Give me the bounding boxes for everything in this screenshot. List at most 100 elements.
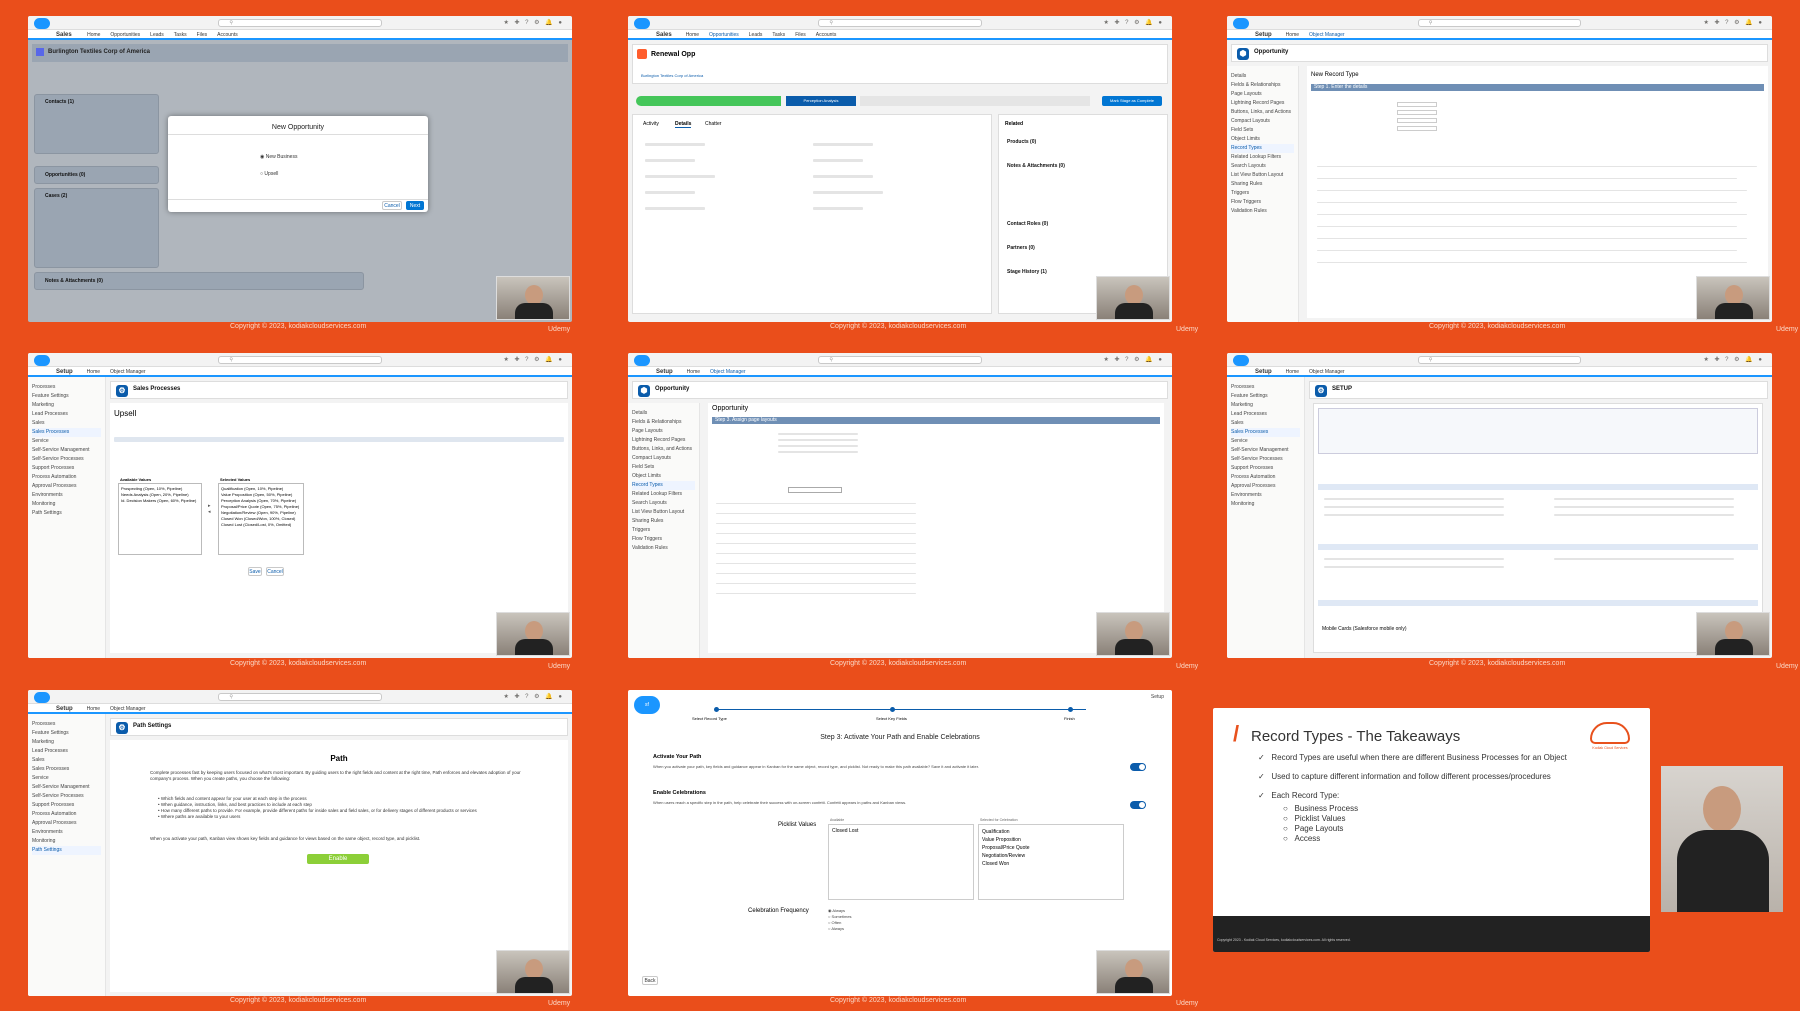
udemy-caption-5: Udemy [1176,663,1199,670]
current-stage[interactable]: Perception Analysis [786,96,856,106]
path-settings-header: ⚙ Path Settings [110,718,568,736]
record-type-field-2[interactable] [1397,110,1437,115]
search-input[interactable]: ⚲ [218,693,382,701]
enable-celebrations-toggle[interactable] [1130,801,1146,809]
cancel-button[interactable]: Cancel [266,567,284,576]
sales-process-select[interactable] [1397,126,1437,131]
header-icons: ★ ✚ ? ⚙ 🔔 ● [1103,20,1164,26]
copyright-caption-1: Copyright © 2023, kodiakcloudservices.co… [230,323,367,330]
step-banner: Step 1. Enter the details [1311,84,1764,91]
udemy-caption-2: Udemy [1176,326,1199,333]
object-header-5: ⬢ Opportunity [632,381,1168,399]
move-arrows-icon[interactable]: ▸ ◂ [208,503,211,515]
nav-files[interactable]: Files [197,32,208,38]
search-input[interactable]: ⚲ [1417,19,1582,27]
details-panel: Activity Details Chatter [632,114,992,314]
available-picklist-box[interactable]: Closed Lost [828,824,974,900]
back-button[interactable]: Back [642,976,658,985]
account-link[interactable]: Burlington Textiles Corp of America [641,73,703,78]
enable-celebrations-text: When users reach a specific step in the … [653,800,907,805]
global-header-3: ⚲ ★ ✚ ? ⚙ 🔔 ● [1227,16,1772,30]
process-name: Upsell [114,409,137,418]
tab-activity[interactable]: Activity [643,121,659,127]
instructor-webcam [1096,276,1170,320]
stage-history-heading[interactable]: Stage History (1) [1007,269,1047,275]
screenshot-tile-6: ⚲ ★ ✚ ? ⚙ 🔔 ● Setup Home Object Manager Pro… [1227,353,1772,658]
search-input[interactable]: ⚲ [1417,356,1582,364]
activate-path-heading: Activate Your Path [653,754,702,760]
cancel-button[interactable]: Cancel [382,201,402,210]
slide-takeaways: / Record Types - The Takeaways Kodiak Cl… [1213,708,1650,952]
page-layout-select[interactable] [788,487,842,493]
copyright-caption-7: Copyright © 2023, kodiakcloudservices.co… [230,997,367,1004]
instructor-webcam-large [1661,766,1783,912]
enable-button[interactable]: Enable [307,854,369,864]
copyright-caption-2: Copyright © 2023, kodiakcloudservices.co… [830,323,967,330]
record-type-field-1[interactable] [1397,102,1437,107]
copyright-caption-3: Copyright © 2023, kodiakcloudservices.co… [1429,323,1566,330]
celebration-frequency-options[interactable]: ◉ Always ○ Sometimes ○ Often ○ Always [828,908,852,932]
setup-link[interactable]: Setup [1151,694,1164,700]
salesforce-cloud-icon [34,18,50,29]
notes-heading[interactable]: Notes & Attachments (0) [1007,163,1065,169]
slide-title: Record Types - The Takeaways [1251,728,1461,745]
copyright-caption-4: Copyright © 2023, kodiakcloudservices.co… [230,660,367,667]
products-heading[interactable]: Products (0) [1007,139,1036,145]
activate-path-toggle[interactable] [1130,763,1146,771]
nav-leads[interactable]: Leads [150,32,164,38]
form-heading: New Record Type [1311,72,1359,78]
option-upsell[interactable]: ○ Upsell [260,171,278,177]
app-name: Sales [56,32,72,38]
screenshot-tile-2: ⚲ ★ ✚ ? ⚙ 🔔 ● Sales Home Opportunities Lead… [628,16,1172,322]
search-input[interactable]: ⚲ [818,356,982,364]
instructor-webcam [1096,950,1170,994]
takeaway-2: Used to capture different information an… [1271,772,1551,781]
field-palette[interactable] [1318,408,1758,454]
next-button[interactable]: Next [406,201,424,210]
selected-values-list[interactable]: Qualification (Open, 10%, Pipeline) Value… [218,483,304,555]
path-heading: Path [330,754,348,763]
nav-home[interactable]: Home [87,32,100,38]
step-select-record-type: Select Record Type [692,716,727,721]
contact-roles-heading[interactable]: Contact Roles (0) [1007,221,1048,227]
mobile-cards-heading: Mobile Cards (Salesforce mobile only) [1322,626,1407,632]
copyright-caption-5: Copyright © 2023, kodiakcloudservices.co… [830,660,967,667]
mark-stage-complete-button[interactable]: Mark Stage as Complete [1102,96,1162,106]
contacts-heading: Contacts (1) [45,99,74,105]
partners-heading[interactable]: Partners (0) [1007,245,1035,251]
search-input[interactable]: ⚲ [218,356,382,364]
available-values-list[interactable]: Prospecting (Open, 10%, Pipeline) Needs A… [118,483,202,555]
search-input[interactable]: ⚲ [218,19,382,27]
record-title: Burlington Textiles Corp of America [48,49,151,55]
search-input[interactable]: ⚲ [818,19,982,27]
enable-celebrations-heading: Enable Celebrations [653,790,706,796]
save-button[interactable]: Save [248,567,262,576]
record-type-field-3[interactable] [1397,118,1437,123]
tab-chatter[interactable]: Chatter [705,121,721,127]
contacts-card: Contacts (1) [34,94,159,154]
activate-path-text: When you activate your path, key fields … [653,764,979,769]
record-header: Burlington Textiles Corp of America [32,44,568,62]
object-header: ⬢ Opportunity [1231,44,1768,62]
selected-values-label: Selected Values [220,477,251,482]
screenshot-tile-7: ⚲ ★ ✚ ? ⚙ 🔔 ● Setup Home Object Manager Pro… [28,690,572,996]
app-nav-bar: Sales Home Opportunities Leads Tasks Files Ac… [28,30,572,40]
path-bullets: • Which fields and content appear for yo… [158,796,477,819]
nav-tasks[interactable]: Tasks [174,32,187,38]
udemy-caption-3: Udemy [1776,326,1799,333]
tab-details[interactable]: Details [675,121,692,128]
slide-footer: Copyright 2023 - Kodiak Cloud Services, … [1213,916,1650,952]
nav-accounts[interactable]: Accounts [217,32,238,38]
picklist-values-label: Picklist Values [778,822,817,828]
slide-accent-slash: / [1233,721,1240,746]
selected-picklist-box[interactable]: Qualification Value Proposition Proposal/P… [978,824,1124,900]
object-icon: ⬢ [1237,48,1249,60]
opportunity-icon [637,49,647,59]
setup-sidebar: Processes Feature Settings Marketing Lead P… [28,377,106,658]
notes-card: Notes & Attachments (0) [34,272,364,290]
object-sidebar-5: Details Fields & Relationships Page Layout… [628,403,700,658]
option-new-business[interactable]: ◉ New Business [260,154,297,160]
step-banner: Step 3. Assign page layouts [712,417,1160,424]
nav-opportunities[interactable]: Opportunities [110,32,140,38]
global-header: ⚲ ★ ✚ ? ⚙ 🔔 ● [28,16,572,30]
